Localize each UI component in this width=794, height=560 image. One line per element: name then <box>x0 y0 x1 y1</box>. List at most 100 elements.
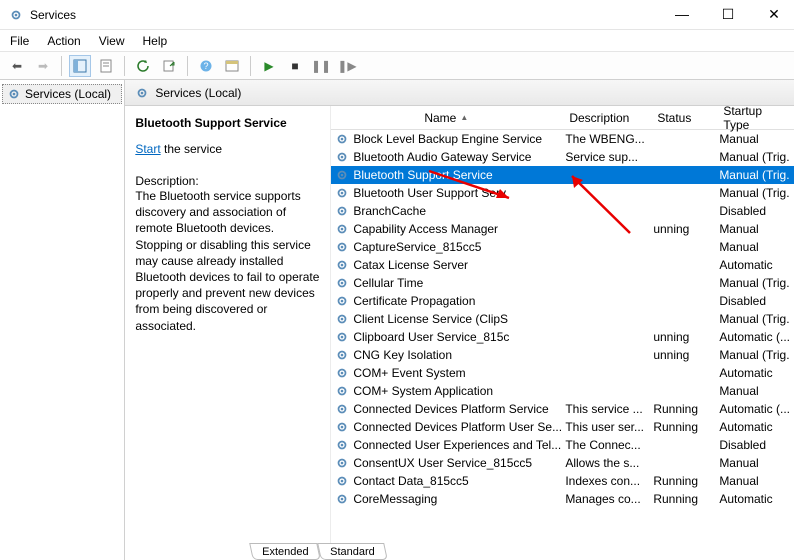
cell-startup: Manual (Trig. <box>715 186 794 200</box>
service-row[interactable]: CNG Key Isolation unningManual (Trig. <box>331 346 794 364</box>
service-row[interactable]: Bluetooth Audio Gateway ServiceService s… <box>331 148 794 166</box>
cell-name: Client License Service (ClipS <box>331 312 561 326</box>
export-button[interactable] <box>158 55 180 77</box>
list-panel: Name▲ Description Status Startup Type Bl… <box>331 106 794 560</box>
play-button[interactable]: ▶ <box>258 55 280 77</box>
cell-status: unning <box>649 348 715 362</box>
service-row[interactable]: Catax License ServerAutomatic <box>331 256 794 274</box>
menu-bar: File Action View Help <box>0 30 794 52</box>
tab-standard[interactable]: Standard <box>317 543 387 560</box>
service-row[interactable]: Capability Access Manager unningManual <box>331 220 794 238</box>
service-row[interactable]: Clipboard User Service_815cunningAutomat… <box>331 328 794 346</box>
col-description[interactable]: Description <box>561 111 649 125</box>
cell-name: Connected Devices Platform User Se... <box>331 420 561 434</box>
show-hide-tree-button[interactable] <box>69 55 91 77</box>
stop-button[interactable]: ■ <box>284 55 306 77</box>
service-row[interactable]: Connected User Experiences and Tel...The… <box>331 436 794 454</box>
cell-name: Block Level Backup Engine Service <box>331 132 561 146</box>
app-icon <box>8 7 24 23</box>
cell-startup: Manual <box>715 222 794 236</box>
service-row[interactable]: Connected Devices Platform ServiceThis s… <box>331 400 794 418</box>
properties-button[interactable] <box>95 55 117 77</box>
toolbar: ⬅ ➡ ? ▶ ■ ❚❚ ❚▶ <box>0 52 794 80</box>
cell-name: CNG Key Isolation <box>331 348 561 362</box>
service-row[interactable]: CoreMessagingManages co...RunningAutomat… <box>331 490 794 508</box>
restart-button[interactable]: ❚▶ <box>336 55 358 77</box>
cell-desc: Indexes con... <box>561 474 649 488</box>
cell-desc: The Connec... <box>561 438 649 452</box>
service-row[interactable]: Cellular TimeManual (Trig. <box>331 274 794 292</box>
minimize-button[interactable]: — <box>670 6 694 23</box>
cell-name: Certificate Propagation <box>331 294 561 308</box>
cell-startup: Manual (Trig. <box>715 348 794 362</box>
pause-button[interactable]: ❚❚ <box>310 55 332 77</box>
close-button[interactable]: ✕ <box>762 6 786 23</box>
service-row[interactable]: COM+ System Application Manual <box>331 382 794 400</box>
cell-status: Running <box>649 402 715 416</box>
col-status[interactable]: Status <box>649 111 715 125</box>
tree-pane: Services (Local) <box>0 80 125 560</box>
cell-startup: Manual (Trig. <box>715 168 794 182</box>
separator <box>61 56 62 76</box>
service-row[interactable]: Certificate PropagationDisabled <box>331 292 794 310</box>
cell-startup: Automatic <box>715 366 794 380</box>
refresh-button[interactable] <box>132 55 154 77</box>
cell-desc: This user ser... <box>561 420 649 434</box>
cell-status: Running <box>649 492 715 506</box>
cell-name: Contact Data_815cc5 <box>331 474 561 488</box>
cell-name: COM+ System Application <box>331 384 561 398</box>
cell-desc: The WBENG... <box>561 132 649 146</box>
cell-startup: Automatic <box>715 420 794 434</box>
service-row[interactable]: Connected Devices Platform User Se...Thi… <box>331 418 794 436</box>
service-row[interactable]: Bluetooth User Support ServManual (Trig. <box>331 184 794 202</box>
menu-action[interactable]: Action <box>47 34 80 48</box>
menu-view[interactable]: View <box>99 34 125 48</box>
cell-name: Bluetooth Audio Gateway Service <box>331 150 561 164</box>
cell-startup: Manual (Trig. <box>715 150 794 164</box>
detail-panel: Bluetooth Support Service Start the serv… <box>125 106 331 560</box>
start-link-tail: the service <box>161 142 222 156</box>
cell-startup: Automatic (... <box>715 402 794 416</box>
menu-file[interactable]: File <box>10 34 29 48</box>
cell-startup: Manual (Trig. <box>715 276 794 290</box>
cell-startup: Manual (Trig. <box>715 312 794 326</box>
cell-name: Capability Access Manager <box>331 222 561 236</box>
cell-startup: Automatic (... <box>715 330 794 344</box>
menu-help[interactable]: Help <box>143 34 168 48</box>
tab-extended[interactable]: Extended <box>250 543 322 560</box>
start-link[interactable]: Start <box>135 142 160 156</box>
forward-button[interactable]: ➡ <box>32 55 54 77</box>
service-row[interactable]: Client License Service (ClipS Manual (Tri… <box>331 310 794 328</box>
service-row[interactable]: ConsentUX User Service_815cc5Allows the … <box>331 454 794 472</box>
cell-status: unning <box>649 222 715 236</box>
cell-startup: Manual <box>715 132 794 146</box>
filter-button[interactable] <box>221 55 243 77</box>
maximize-button[interactable]: ☐ <box>716 6 740 23</box>
content-header-title: Services (Local) <box>155 86 241 100</box>
help-button[interactable]: ? <box>195 55 217 77</box>
cell-startup: Disabled <box>715 204 794 218</box>
service-row[interactable]: COM+ Event SystemAutomatic <box>331 364 794 382</box>
content-header: Services (Local) <box>125 80 794 106</box>
service-row[interactable]: BranchCacheDisabled <box>331 202 794 220</box>
description-text: The Bluetooth service supports discovery… <box>135 188 322 334</box>
cell-name: Connected Devices Platform Service <box>331 402 561 416</box>
cell-status: Running <box>649 420 715 434</box>
service-row[interactable]: Bluetooth Support Service Manual (Trig. <box>331 166 794 184</box>
title-bar: Services — ☐ ✕ <box>0 0 794 30</box>
cell-name: Bluetooth Support Service <box>331 168 561 182</box>
tree-item-services-local[interactable]: Services (Local) <box>2 84 122 104</box>
service-row[interactable]: CaptureService_815cc5Manual <box>331 238 794 256</box>
service-row[interactable]: Contact Data_815cc5Indexes con...Running… <box>331 472 794 490</box>
back-button[interactable]: ⬅ <box>6 55 28 77</box>
cell-startup: Manual <box>715 384 794 398</box>
col-startup[interactable]: Startup Type <box>715 104 794 132</box>
separator <box>124 56 125 76</box>
svg-text:?: ? <box>203 61 208 71</box>
cell-startup: Manual <box>715 456 794 470</box>
col-name[interactable]: Name▲ <box>331 111 561 125</box>
cell-name: CaptureService_815cc5 <box>331 240 561 254</box>
tree-item-label: Services (Local) <box>25 87 111 101</box>
cell-startup: Automatic <box>715 258 794 272</box>
service-row[interactable]: Block Level Backup Engine ServiceThe WBE… <box>331 130 794 148</box>
